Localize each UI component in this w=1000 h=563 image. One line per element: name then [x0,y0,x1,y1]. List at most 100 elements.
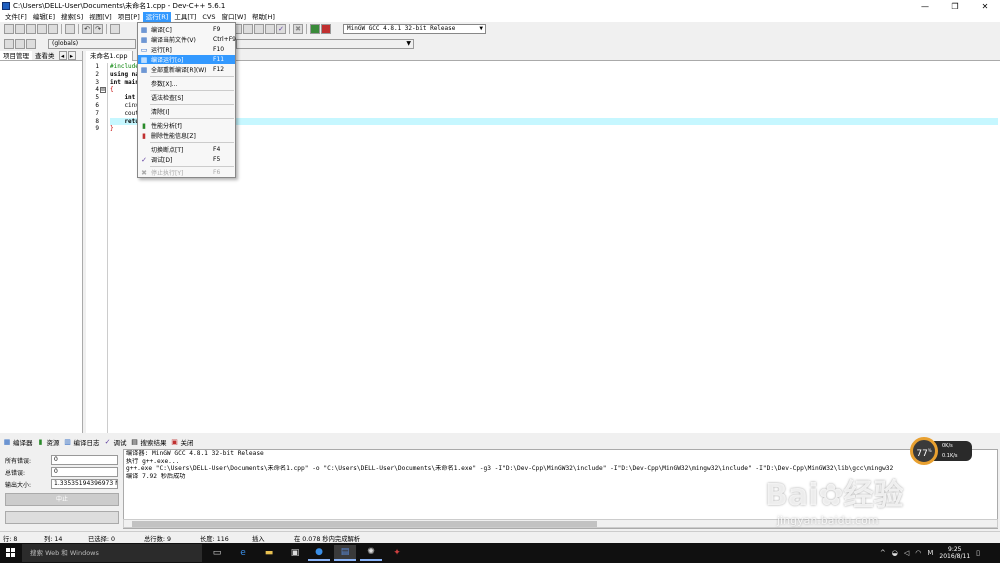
scrollbar-thumb[interactable] [132,521,597,527]
menu-cvs[interactable]: CVS [199,12,218,22]
menu-edit[interactable]: 编辑[E] [30,12,58,22]
app2-taskbar-icon[interactable]: ✦ [386,545,408,561]
volume-icon[interactable]: ◁ [904,549,909,557]
stop-icon: ✖ [141,168,147,177]
rebuild-all-icon: ▦ [140,65,148,74]
menu-search[interactable]: 搜索[S] [58,12,86,22]
app-taskbar-icon[interactable]: ✺ [360,545,382,561]
menu-run[interactable]: 运行[R] [142,12,172,22]
devcpp-taskbar-icon[interactable]: ▤ [334,545,356,561]
menu-item-rebuild-all[interactable]: ▦ 全部重新编译[R](W) F12 [138,65,235,75]
compile-run-icon: ▦ [140,55,148,64]
baidu-watermark-logo: Bai✿经验 jingyan.baidu.com [765,478,904,527]
delete-profile-icon[interactable] [321,24,331,34]
menu-item-compile-run[interactable]: ▦ 编译运行[o] F11 [138,55,235,64]
menu-item-compile-current[interactable]: ▦ 编译当前文件(V) Ctrl+F9 [138,35,236,45]
indent-icon[interactable] [4,38,14,49]
profile-icon[interactable] [310,24,320,34]
fold-toggle-icon[interactable]: ⊟ [100,87,106,94]
stop-icon[interactable]: ✖ [293,24,303,34]
print-icon[interactable] [65,24,75,34]
devcpp-app-icon [2,2,10,10]
menu-item-run[interactable]: ▭ 运行[R] F10 [138,45,235,55]
minimize-icon[interactable]: — [910,0,940,12]
redo-icon[interactable]: ↷ [93,24,103,34]
menu-item-toggle-breakpoint[interactable]: 切换断点[T] F4 [138,145,235,154]
window-title: C:\Users\DELL-User\Documents\未命名1.cpp - … [13,2,226,10]
unindent-icon[interactable] [15,38,25,49]
tab-close[interactable]: ▣ 关闭 [171,437,193,447]
menu-item-parameters[interactable]: 参数[X]... [138,79,235,88]
menu-project[interactable]: 项目[P] [115,12,143,22]
compiler-select[interactable]: MinGW GCC 4.8.1 32-bit Release ▼ [343,24,486,34]
compile-run-icon[interactable] [254,24,264,34]
taskbar-search-box[interactable]: 搜索 Web 和 Windows [22,544,202,562]
menu-separator [150,90,234,91]
task-view-icon[interactable]: ▭ [206,545,228,561]
close-icon[interactable]: ✕ [970,0,1000,12]
ime-indicator[interactable]: M [927,549,933,557]
new-file-icon[interactable] [4,24,14,34]
debug-check-icon: ✓ [104,438,111,446]
menu-item-compile[interactable]: ▦ 编译[C] F9 [138,25,235,35]
toolbar-separator [78,24,79,34]
line-number: 9 [95,125,99,133]
debug-check-icon[interactable]: ✓ [276,24,286,34]
tab-class-browser[interactable]: 查看类 [32,51,58,60]
wifi-icon[interactable]: ◠ [915,549,921,557]
undo-icon[interactable]: ↶ [82,24,92,34]
code-line: int main [110,78,139,86]
chevron-up-icon[interactable]: ^ [880,549,886,557]
menu-view[interactable]: 视图[V] [86,12,115,22]
menu-help[interactable]: 帮助[H] [249,12,278,22]
notification-icon[interactable]: ▯ [976,549,980,557]
chevron-down-icon: ▼ [479,25,483,32]
windows-start-icon[interactable] [6,548,16,558]
abort-compile-button[interactable]: 中止 [5,493,119,506]
tab-debug[interactable]: ✓ 调试 [104,437,127,447]
rebuild-icon[interactable] [265,24,275,34]
tab-search-results[interactable]: ▤ 搜索结果 [131,437,166,447]
file-explorer-icon[interactable]: ▬ [258,545,280,561]
menu-item-profile[interactable]: ▮ 性能分析[f] [138,121,235,131]
chevron-right-icon[interactable]: ▸ [67,51,76,60]
bookmark-icon[interactable] [26,38,36,49]
network-speed-widget[interactable]: 0K/s 0.1K/s 77% [910,437,972,465]
maximize-icon[interactable]: ❐ [940,0,970,12]
chevron-left-icon[interactable]: ◂ [58,51,67,60]
warnings-row: 总错误: 0 [5,467,118,477]
open-file-icon[interactable] [15,24,25,34]
tab-compiler[interactable]: ▦ 编译器 [3,437,33,447]
menu-separator [150,76,234,77]
taskbar-clock[interactable]: 9:25 2016/8/11 [939,546,970,560]
save-icon[interactable] [26,24,36,34]
tab-project-manager[interactable]: 项目管理 [0,51,32,60]
menu-item-clean[interactable]: 清除[I] [138,107,235,116]
close-file-icon[interactable] [48,24,58,34]
menu-item-syntax-check[interactable]: 语法检查[S] [138,93,235,102]
run-icon[interactable] [243,24,253,34]
menu-item-stop: ✖ 停止执行[Y] F6 [141,168,221,178]
store-icon[interactable]: ▣ [284,545,306,561]
output-size-row: 输出大小: 1.33535194396973 MiB [5,479,118,489]
function-scope-select[interactable]: ▼ [236,39,414,49]
menu-window[interactable]: 窗口[W] [219,12,250,22]
save-all-icon[interactable] [37,24,47,34]
menu-tools[interactable]: 工具[T] [171,12,199,22]
status-parse: 在 0.078 秒内完成解析 [294,536,361,543]
find-icon[interactable] [110,24,120,34]
network-icon[interactable]: ◒ [892,549,898,557]
menu-file[interactable]: 文件[F] [2,12,30,22]
edge-browser-icon[interactable]: e [232,545,254,561]
browser-app-icon[interactable]: ● [308,545,330,561]
speed-readout: 0K/s 0.1K/s [934,441,972,461]
class-scope-select[interactable]: (globals) [48,39,136,49]
status-selected: 已选择: 0 [88,536,116,543]
menu-item-debug[interactable]: ✓ 调试[D] F5 [138,155,235,165]
tab-compile-log[interactable]: ▥ 编译日志 [64,437,99,447]
compile-stats: 所有错误: 0 总错误: 0 输出大小: 1.33535194396973 Mi… [0,449,122,531]
tab-resources[interactable]: ▮ 资源 [37,437,60,447]
compile-log-icon: ▥ [64,438,71,446]
editor-tab-file[interactable]: 未命名1.cpp [86,51,133,61]
menu-item-delete-profile[interactable]: ▮ 删除性能信息[Z] [138,131,235,141]
